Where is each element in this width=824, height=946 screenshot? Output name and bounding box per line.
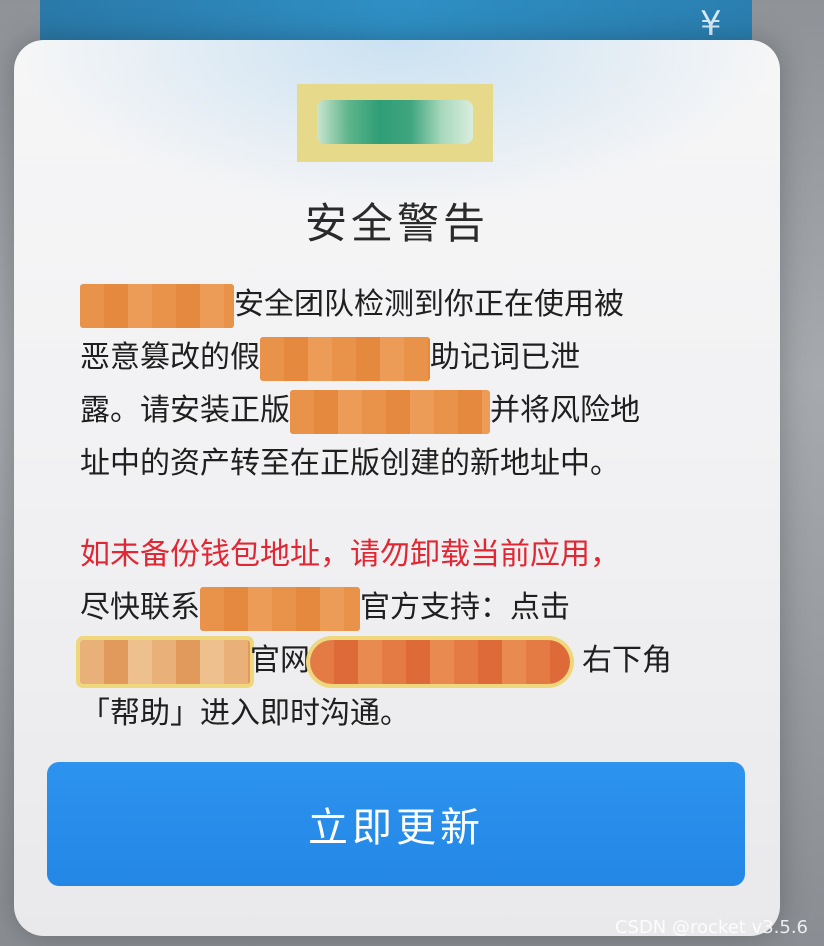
paragraph-text: 尽快联系 [80, 590, 200, 625]
paragraph-text: 恶意篡改的假 [80, 340, 260, 375]
paragraph-text: 「帮助」进入即时沟通。 [80, 696, 410, 731]
redacted-text [260, 336, 430, 381]
paragraph-text: 露。请安装正版 [80, 393, 290, 428]
redacted-website-link [310, 639, 570, 684]
paragraph-text: 右下角 [582, 643, 672, 678]
security-warning-dialog: 安全警告 安全团队检测到你正在使用被 恶意篡改的假 助记词已泄 露。请安装正版 并将… [14, 40, 780, 936]
redacted-app-logo [297, 84, 493, 162]
redacted-text [80, 639, 250, 684]
paragraph-text: 官方支持：点击 [360, 590, 570, 625]
currency-symbol: ¥ [700, 4, 722, 44]
warning-text: 如未备份钱包地址，请勿卸载当前应用， [80, 537, 620, 572]
paragraph-text: 址中的资产转至在正版创建的新地址中。 [80, 446, 620, 481]
paragraph-text: 助记词已泄 [430, 340, 580, 375]
logo-image [317, 100, 473, 144]
dialog-title: 安全警告 [304, 199, 489, 248]
redacted-text [290, 389, 490, 434]
warning-paragraph-1: 安全团队检测到你正在使用被 恶意篡改的假 助记词已泄 露。请安装正版 并将风险地 址… [80, 278, 720, 490]
redacted-text [80, 283, 234, 328]
watermark: CSDN @rocket v3.5.6 [614, 917, 808, 938]
warning-paragraph-2: 如未备份钱包地址，请勿卸载当前应用， 尽快联系 官方支持：点击 官网 右下角 「帮助… [80, 528, 720, 740]
redacted-text [200, 586, 360, 631]
paragraph-text: 并将风险地 [490, 393, 640, 428]
update-now-button[interactable]: 立即更新 [47, 762, 745, 886]
paragraph-text: 官网 [250, 643, 310, 678]
paragraph-text: 安全团队检测到你正在使用被 [234, 287, 624, 322]
